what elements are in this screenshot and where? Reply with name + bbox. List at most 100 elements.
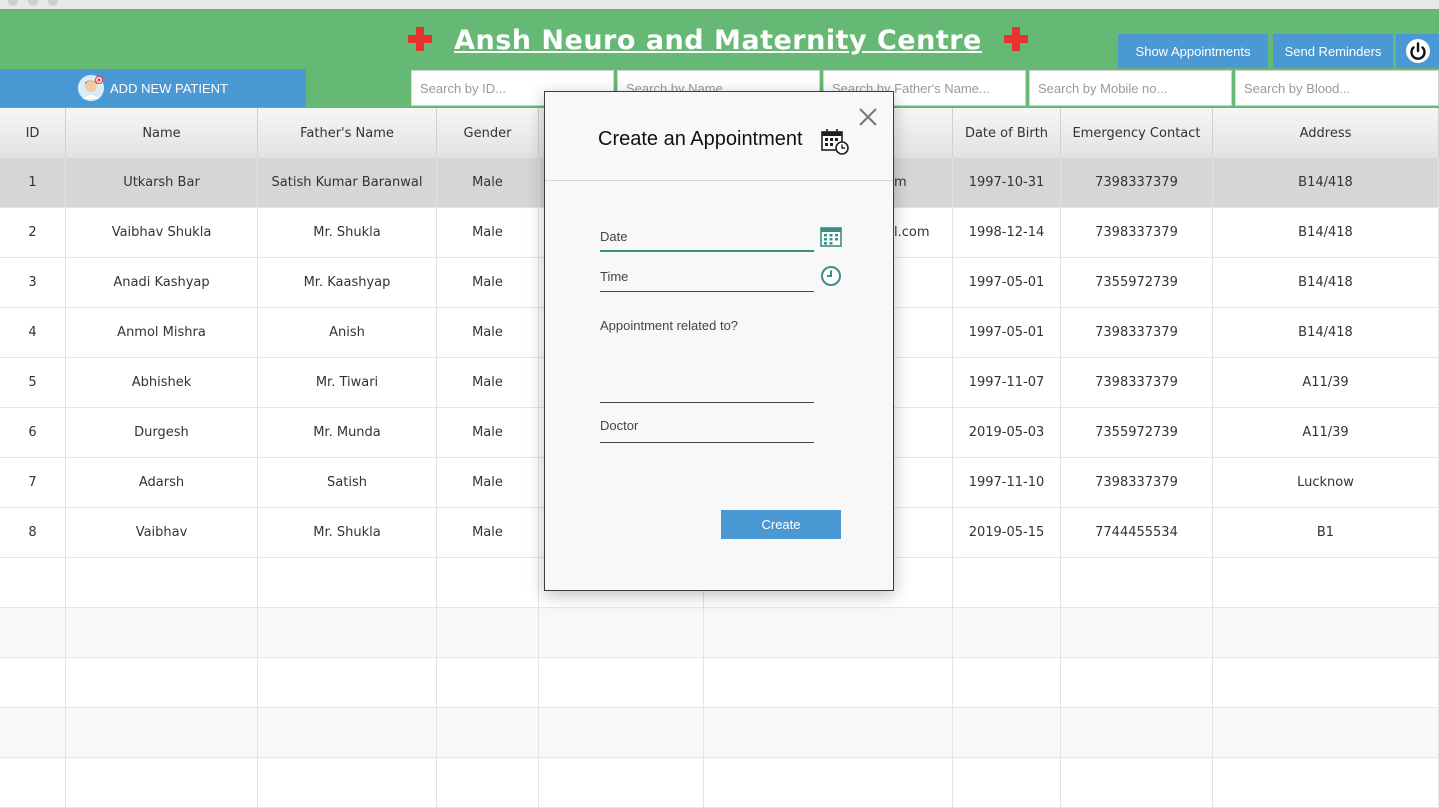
column-header[interactable]: Emergency Contact [1061,108,1213,158]
table-cell: Male [437,458,539,507]
search-blood-input[interactable] [1235,70,1439,106]
table-cell: Vaibhav Shukla [66,208,258,257]
power-button[interactable] [1396,34,1439,68]
table-cell [1061,608,1213,657]
table-cell [66,558,258,607]
table-cell: 1998-12-14 [953,208,1061,257]
table-cell: Adarsh [66,458,258,507]
table-cell [0,708,66,757]
table-cell: 2019-05-03 [953,408,1061,457]
table-cell [437,558,539,607]
date-field[interactable]: Date [600,222,814,252]
table-cell: 7355972739 [1061,408,1213,457]
calendar-icon[interactable] [820,225,842,247]
dialog-divider [545,180,893,181]
table-cell: Male [437,508,539,557]
window-close-dot[interactable] [8,0,18,6]
table-cell: Anish [258,308,437,357]
table-cell [258,558,437,607]
show-appointments-button[interactable]: Show Appointments [1118,34,1268,68]
table-cell [66,658,258,707]
table-cell: Utkarsh Bar [66,158,258,207]
add-new-patient-button[interactable]: ADD NEW PATIENT [0,69,306,107]
table-cell: A11/39 [1213,358,1439,407]
column-header[interactable]: Address [1213,108,1439,158]
column-header[interactable]: Gender [437,108,539,158]
close-icon[interactable] [857,106,879,128]
create-appointment-dialog: Create an Appointment Date Time Appointm… [544,91,894,591]
table-cell [258,758,437,807]
table-cell: Male [437,208,539,257]
table-cell [953,558,1061,607]
column-header[interactable]: Name [66,108,258,158]
table-cell: Mr. Shukla [258,208,437,257]
table-cell [258,658,437,707]
table-cell [0,608,66,657]
date-underline [600,250,814,252]
table-cell: 1997-11-10 [953,458,1061,507]
column-header[interactable]: Father's Name [258,108,437,158]
red-cross-icon [1004,27,1028,51]
table-cell [704,758,953,807]
time-field[interactable]: Time [600,262,814,292]
table-cell [437,758,539,807]
table-cell [258,608,437,657]
table-cell [539,658,704,707]
appointment-related-label: Appointment related to? [600,318,739,333]
time-label: Time [600,269,629,284]
table-cell [437,608,539,657]
empty-table-row[interactable] [0,758,1439,808]
empty-table-row[interactable] [0,708,1439,758]
doctor-underline [600,442,814,443]
empty-table-row[interactable] [0,608,1439,658]
table-cell [704,608,953,657]
table-cell [0,658,66,707]
table-cell: A11/39 [1213,408,1439,457]
table-cell: 7355972739 [1061,258,1213,307]
table-cell: 7398337379 [1061,158,1213,207]
window-zoom-dot[interactable] [48,0,58,6]
table-cell [258,708,437,757]
table-cell [539,608,704,657]
red-cross-icon [408,27,432,51]
empty-table-row[interactable] [0,658,1439,708]
table-cell [1213,708,1439,757]
table-cell: Male [437,408,539,457]
dialog-title: Create an Appointment [598,128,803,150]
time-underline [600,291,814,292]
column-header[interactable]: Date of Birth [953,108,1061,158]
table-cell: 7744455534 [1061,508,1213,557]
table-cell: B14/418 [1213,158,1439,207]
app-title: Ansh Neuro and Maternity Centre [454,25,982,56]
table-cell: Abhishek [66,358,258,407]
table-cell: Anadi Kashyap [66,258,258,307]
table-cell: Mr. Shukla [258,508,437,557]
doctor-field[interactable]: Doctor [600,412,814,443]
table-cell: 7398337379 [1061,208,1213,257]
appointment-related-field[interactable]: Appointment related to? [600,314,814,403]
calendar-clock-icon [821,129,849,155]
send-reminders-button[interactable]: Send Reminders [1273,34,1393,68]
table-cell: Durgesh [66,408,258,457]
table-cell [704,708,953,757]
table-cell [953,658,1061,707]
column-header[interactable]: ID [0,108,66,158]
clock-icon[interactable] [820,265,842,287]
table-cell: 3 [0,258,66,307]
table-cell [1213,658,1439,707]
table-cell: 7398337379 [1061,458,1213,507]
table-cell: Lucknow [1213,458,1439,507]
table-cell [1061,708,1213,757]
window-minimize-dot[interactable] [28,0,38,6]
create-button[interactable]: Create [721,510,841,539]
table-cell: Mr. Munda [258,408,437,457]
table-cell: 5 [0,358,66,407]
table-cell [66,608,258,657]
table-cell: 1997-11-07 [953,358,1061,407]
table-cell [1061,658,1213,707]
window-titlebar [0,0,1439,9]
table-cell: B14/418 [1213,258,1439,307]
search-mobile-input[interactable] [1029,70,1232,106]
table-cell [539,758,704,807]
doctor-label: Doctor [600,418,639,433]
